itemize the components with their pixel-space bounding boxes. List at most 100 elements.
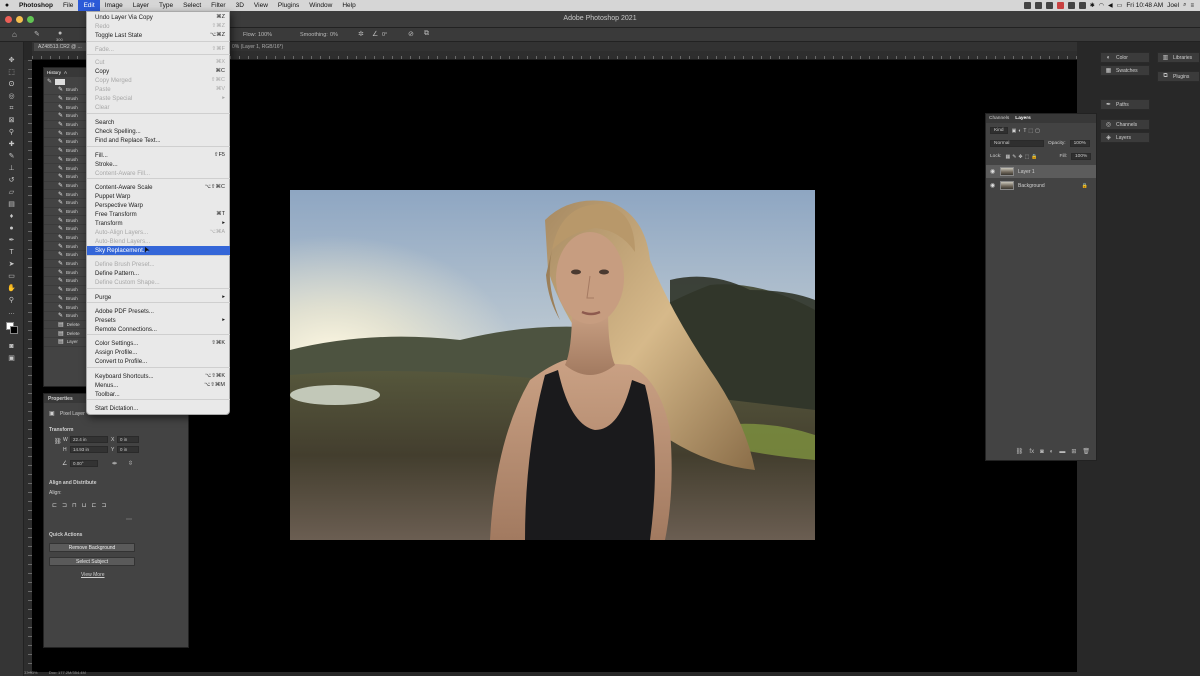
bluetooth-icon[interactable]: ✱ xyxy=(1090,2,1095,9)
dodge-tool-icon[interactable]: ● xyxy=(6,224,17,233)
history-state-row[interactable]: ✎ Brush xyxy=(44,86,88,95)
apple-logo-icon[interactable]: ● xyxy=(0,2,14,9)
doc-size[interactable]: Doc: 177.2M/354.4M xyxy=(49,670,86,675)
history-state-row[interactable]: ✎ Brush xyxy=(44,277,88,286)
menu-layer[interactable]: Layer xyxy=(128,0,154,11)
new-group-icon[interactable]: ▬ xyxy=(1059,449,1065,455)
history-state-row[interactable]: ✎ Brush xyxy=(44,286,88,295)
menu-item-content-aware-scale[interactable]: Content-Aware Scale ⌥⇧⌘C xyxy=(87,183,230,192)
menu-item-adobe-pdf-presets[interactable]: Adobe PDF Presets... xyxy=(87,307,230,316)
lasso-tool-icon[interactable]: ʘ xyxy=(6,80,17,89)
menu-filter[interactable]: Filter xyxy=(206,0,230,11)
menu-item-perspective-warp[interactable]: Perspective Warp xyxy=(87,201,230,210)
menu-item-menus[interactable]: Menus... ⌥⇧⌘M xyxy=(87,381,230,390)
menu-select[interactable]: Select xyxy=(178,0,206,11)
history-state-row[interactable]: ✎ Brush xyxy=(44,182,88,191)
history-state-row[interactable]: ▤ Delete xyxy=(44,321,88,330)
layer-row-background[interactable]: ◉ Background 🔒 xyxy=(986,179,1096,192)
tab-history[interactable]: History xyxy=(47,70,61,75)
menu-item-find-and-replace-text[interactable]: Find and Replace Text... xyxy=(87,136,230,145)
menu-item-assign-profile[interactable]: Assign Profile... xyxy=(87,348,230,357)
history-state-row[interactable]: ▤ Delete xyxy=(44,329,88,338)
adjustment-layer-icon[interactable]: ◐ xyxy=(1050,449,1054,455)
flip-vertical-icon[interactable]: ⇳ xyxy=(128,460,133,467)
healing-brush-tool-icon[interactable]: ✚ xyxy=(6,140,17,149)
menu-item-copy[interactable]: Copy ⌘C xyxy=(87,67,230,76)
dock-channels[interactable]: ◎ Channels xyxy=(1100,119,1150,130)
menu-view[interactable]: View xyxy=(249,0,273,11)
flow-value[interactable]: 100% xyxy=(258,32,272,38)
menu-item-color-settings[interactable]: Color Settings... ⇧⌘K xyxy=(87,339,230,348)
history-state-row[interactable]: ✎ Brush xyxy=(44,147,88,156)
history-state-row[interactable]: ✎ Brush xyxy=(44,268,88,278)
menu-item-puppet-warp[interactable]: Puppet Warp xyxy=(87,192,230,201)
history-state-row[interactable]: ✎ Brush xyxy=(44,242,88,252)
history-state-row[interactable]: ✎ Brush xyxy=(44,199,88,208)
quick-mask-icon[interactable]: ◙ xyxy=(6,342,17,351)
clock[interactable]: Fri 10:48 AM xyxy=(1126,2,1163,9)
tab-channels[interactable]: Channels xyxy=(989,116,1009,121)
menu-help[interactable]: Help xyxy=(337,0,360,11)
menu-item-transform[interactable]: Transform ▸ xyxy=(87,219,230,228)
x-field[interactable]: 0 in xyxy=(117,436,139,443)
status-app-icon[interactable] xyxy=(1034,2,1042,9)
history-state-row[interactable]: ✎ Brush xyxy=(44,103,88,113)
menu-item-clear[interactable]: Clear xyxy=(87,103,230,112)
align-distribute-heading[interactable]: Align and Distribute xyxy=(49,480,97,486)
menu-item-define-brush-preset[interactable]: Define Brush Preset... xyxy=(87,260,230,269)
menu-item-sky-replacement[interactable]: Sky Replacement... xyxy=(87,246,230,255)
select-subject-button[interactable]: Select Subject xyxy=(49,557,135,566)
visibility-eye-icon[interactable]: ◉ xyxy=(990,168,996,175)
dock-color[interactable]: ◐ Color xyxy=(1100,52,1150,63)
new-layer-icon[interactable]: ⊞ xyxy=(1071,448,1076,455)
history-state-row[interactable]: ✎ Brush xyxy=(44,251,88,260)
menu-item-auto-blend-layers[interactable]: Auto-Blend Layers... xyxy=(87,237,230,246)
control-center-icon[interactable]: ≡ xyxy=(1190,3,1194,9)
angle-value[interactable]: 0° xyxy=(382,32,387,38)
menu-item-undo-layer-via-copy[interactable]: Undo Layer Via Copy ⌘Z xyxy=(87,13,230,22)
dock-paths[interactable]: ✒ Paths xyxy=(1100,99,1150,110)
link-layers-icon[interactable]: ⛓ xyxy=(1016,448,1024,455)
quick-actions-heading[interactable]: Quick Actions xyxy=(49,532,82,538)
menu-item-auto-align-layers[interactable]: Auto-Align Layers... ⌥⌘A xyxy=(87,228,230,237)
brush-tool-preset-icon[interactable]: ✎ xyxy=(34,30,40,38)
opacity-field[interactable]: 100% xyxy=(1069,140,1090,147)
menu-item-toggle-last-state[interactable]: Toggle Last State ⌥⌘Z xyxy=(87,31,230,40)
lock-icons[interactable]: ▦✎✥⬚🔒 xyxy=(1005,154,1039,160)
history-state-row[interactable]: ✎ Brush xyxy=(44,312,88,321)
history-state-row[interactable]: ✎ Brush xyxy=(44,173,88,182)
status-app-icon[interactable] xyxy=(1023,2,1031,9)
menu-item-content-aware-fill[interactable]: Content-Aware Fill... xyxy=(87,169,230,178)
path-selection-tool-icon[interactable]: ➤ xyxy=(6,260,17,269)
menu-item-remote-connections[interactable]: Remote Connections... xyxy=(87,325,230,334)
user-name[interactable]: Joel xyxy=(1167,2,1179,9)
zoom-level[interactable]: 33.33% xyxy=(24,670,38,675)
menu-item-redo[interactable]: Redo ⇧⌘Z xyxy=(87,22,230,31)
remove-background-button[interactable]: Remove Background xyxy=(49,543,135,552)
document-tab[interactable]: AZ48513.CR2 @ ... xyxy=(34,43,86,51)
status-app-icon[interactable] xyxy=(1045,2,1053,9)
edit-toolbar-icon[interactable]: … xyxy=(6,308,17,317)
clone-stamp-tool-icon[interactable]: ⊥ xyxy=(6,164,17,173)
move-tool-icon[interactable]: ✥ xyxy=(6,56,17,65)
screen-mode-icon[interactable]: ▣ xyxy=(6,354,17,363)
menu-item-paste-special[interactable]: Paste Special ▸ xyxy=(87,94,230,103)
menu-item-define-pattern[interactable]: Define Pattern... xyxy=(87,269,230,278)
rectangle-tool-icon[interactable]: ▭ xyxy=(6,272,17,281)
layer-row-layer-1[interactable]: ◉ Layer 1 xyxy=(986,165,1096,178)
status-app-icon[interactable] xyxy=(1056,2,1064,9)
history-state-row[interactable]: ✎ Brush xyxy=(44,164,88,173)
brush-size-icon[interactable]: ● xyxy=(58,30,62,37)
link-icon[interactable]: ⛓ xyxy=(54,438,62,445)
flip-horizontal-icon[interactable]: ⇹ xyxy=(112,460,117,467)
layer-style-icon[interactable]: fx xyxy=(1029,449,1034,455)
gradient-tool-icon[interactable]: ▤ xyxy=(6,200,17,209)
more-options-icon[interactable]: ⋯ xyxy=(126,516,132,523)
width-field[interactable]: 22.4 in xyxy=(70,436,108,443)
status-app-icon[interactable] xyxy=(1067,2,1075,9)
menu-window[interactable]: Window xyxy=(304,0,337,11)
zoom-tool-icon[interactable]: ⚲ xyxy=(6,296,17,305)
battery-icon[interactable]: ▭ xyxy=(1117,2,1123,9)
frame-tool-icon[interactable]: ⊠ xyxy=(6,116,17,125)
volume-icon[interactable]: ◀ xyxy=(1108,2,1113,9)
